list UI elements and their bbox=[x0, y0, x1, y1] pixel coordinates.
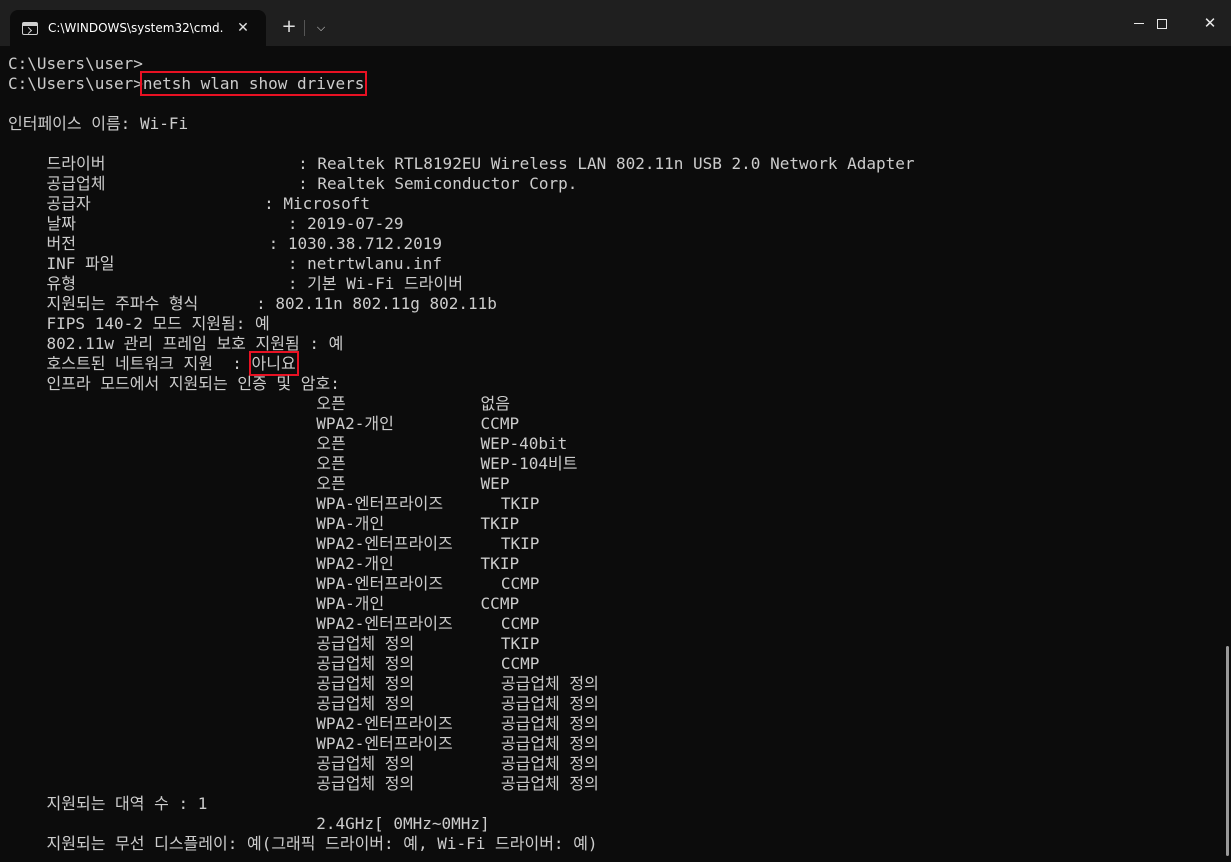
chevron-down-icon[interactable]: ⌵ bbox=[310, 14, 332, 40]
auth-cipher-row: WPA-개인 CCMP bbox=[8, 594, 520, 613]
version-line: 버전 : 1030.38.712.2019 bbox=[8, 234, 443, 253]
wireless-display-line: 지원되는 무선 디스플레이: 예(그래픽 드라이버: 예, Wi-Fi 드라이버… bbox=[8, 834, 598, 853]
interface-name-line: 인터페이스 이름: Wi-Fi bbox=[8, 114, 189, 133]
hosted-network-value: 아니요 bbox=[248, 351, 299, 376]
tab-divider bbox=[304, 20, 305, 36]
maximize-icon bbox=[1157, 18, 1167, 29]
new-tab-button[interactable]: + bbox=[276, 14, 302, 40]
type-line: 유형 : 기본 Wi-Fi 드라이버 bbox=[8, 274, 463, 293]
driver-line: 드라이버 : Realtek RTL8192EU Wireless LAN 80… bbox=[8, 154, 915, 173]
hosted-network-line: 호스트된 네트워크 지원 : 아니요 bbox=[8, 351, 299, 376]
maximize-button[interactable] bbox=[1138, 0, 1186, 46]
auth-cipher-row: WPA-엔터프라이즈 TKIP bbox=[8, 494, 540, 513]
auth-cipher-row: WPA2-엔터프라이즈 공급업체 정의 bbox=[8, 734, 599, 753]
auth-cipher-row: 오픈 WEP-104비트 bbox=[8, 454, 578, 473]
auth-cipher-row: 공급업체 정의 공급업체 정의 bbox=[8, 674, 599, 693]
command-line: C:\Users\user>netsh wlan show drivers bbox=[8, 71, 368, 96]
bands-line: 지원되는 대역 수 : 1 bbox=[8, 794, 208, 813]
date-line: 날짜 : 2019-07-29 bbox=[8, 214, 404, 233]
auth-cipher-row: 공급업체 정의 TKIP bbox=[8, 634, 540, 653]
auth-cipher-row: 오픈 없음 bbox=[8, 394, 510, 413]
vendor-line: 공급업체 : Realtek Semiconductor Corp. bbox=[8, 174, 578, 193]
highlighted-command: netsh wlan show drivers bbox=[139, 71, 368, 96]
title-bar: C:\WINDOWS\system32\cmd.exe ✕ + ⌵ ✕ bbox=[0, 0, 1231, 46]
auth-cipher-row: WPA-엔터프라이즈 CCMP bbox=[8, 574, 540, 593]
terminal-icon bbox=[22, 21, 38, 35]
band-value-line: 2.4GHz[ 0MHz~0MHz] bbox=[8, 814, 490, 833]
auth-cipher-row: WPA2-엔터프라이즈 TKIP bbox=[8, 534, 540, 553]
auth-cipher-header: 인프라 모드에서 지원되는 인증 및 암호: bbox=[8, 374, 340, 393]
auth-cipher-row: WPA2-엔터프라이즈 공급업체 정의 bbox=[8, 714, 599, 733]
auth-cipher-row: 오픈 WEP-40bit bbox=[8, 434, 568, 453]
radio-types-line: 지원되는 주파수 형식 : 802.11n 802.11g 802.11b bbox=[8, 294, 497, 313]
fips-line: FIPS 140-2 모드 지원됨: 예 bbox=[8, 314, 270, 333]
hosted-network-label: 호스트된 네트워크 지원 : bbox=[8, 354, 252, 373]
inf-file-line: INF 파일 : netrtwlanu.inf bbox=[8, 254, 443, 273]
tab-cmd[interactable]: C:\WINDOWS\system32\cmd.exe ✕ bbox=[10, 10, 266, 46]
auth-cipher-row: WPA-개인 TKIP bbox=[8, 514, 520, 533]
provider-line: 공급자 : Microsoft bbox=[8, 194, 371, 213]
auth-cipher-row: 공급업체 정의 공급업체 정의 bbox=[8, 774, 599, 793]
auth-cipher-row: 공급업체 정의 공급업체 정의 bbox=[8, 754, 599, 773]
auth-cipher-row: 오픈 WEP bbox=[8, 474, 510, 493]
auth-cipher-row: WPA2-개인 TKIP bbox=[8, 554, 520, 573]
tab-title: C:\WINDOWS\system32\cmd.exe bbox=[48, 21, 223, 35]
mfp-line: 802.11w 관리 프레임 보호 지원됨 : 예 bbox=[8, 334, 344, 353]
prompt: C:\Users\user> bbox=[8, 74, 143, 93]
close-button[interactable]: ✕ bbox=[1186, 0, 1231, 46]
console-output[interactable]: C:\Users\user> C:\Users\user>netsh wlan … bbox=[0, 46, 1222, 862]
auth-cipher-row: WPA2-개인 CCMP bbox=[8, 414, 520, 433]
scrollbar-thumb[interactable] bbox=[1226, 646, 1229, 856]
prompt-line: C:\Users\user> bbox=[8, 54, 143, 73]
tab-close-icon[interactable]: ✕ bbox=[233, 20, 253, 36]
auth-cipher-row: WPA2-엔터프라이즈 CCMP bbox=[8, 614, 540, 633]
auth-cipher-row: 공급업체 정의 CCMP bbox=[8, 654, 540, 673]
auth-cipher-row: 공급업체 정의 공급업체 정의 bbox=[8, 694, 599, 713]
